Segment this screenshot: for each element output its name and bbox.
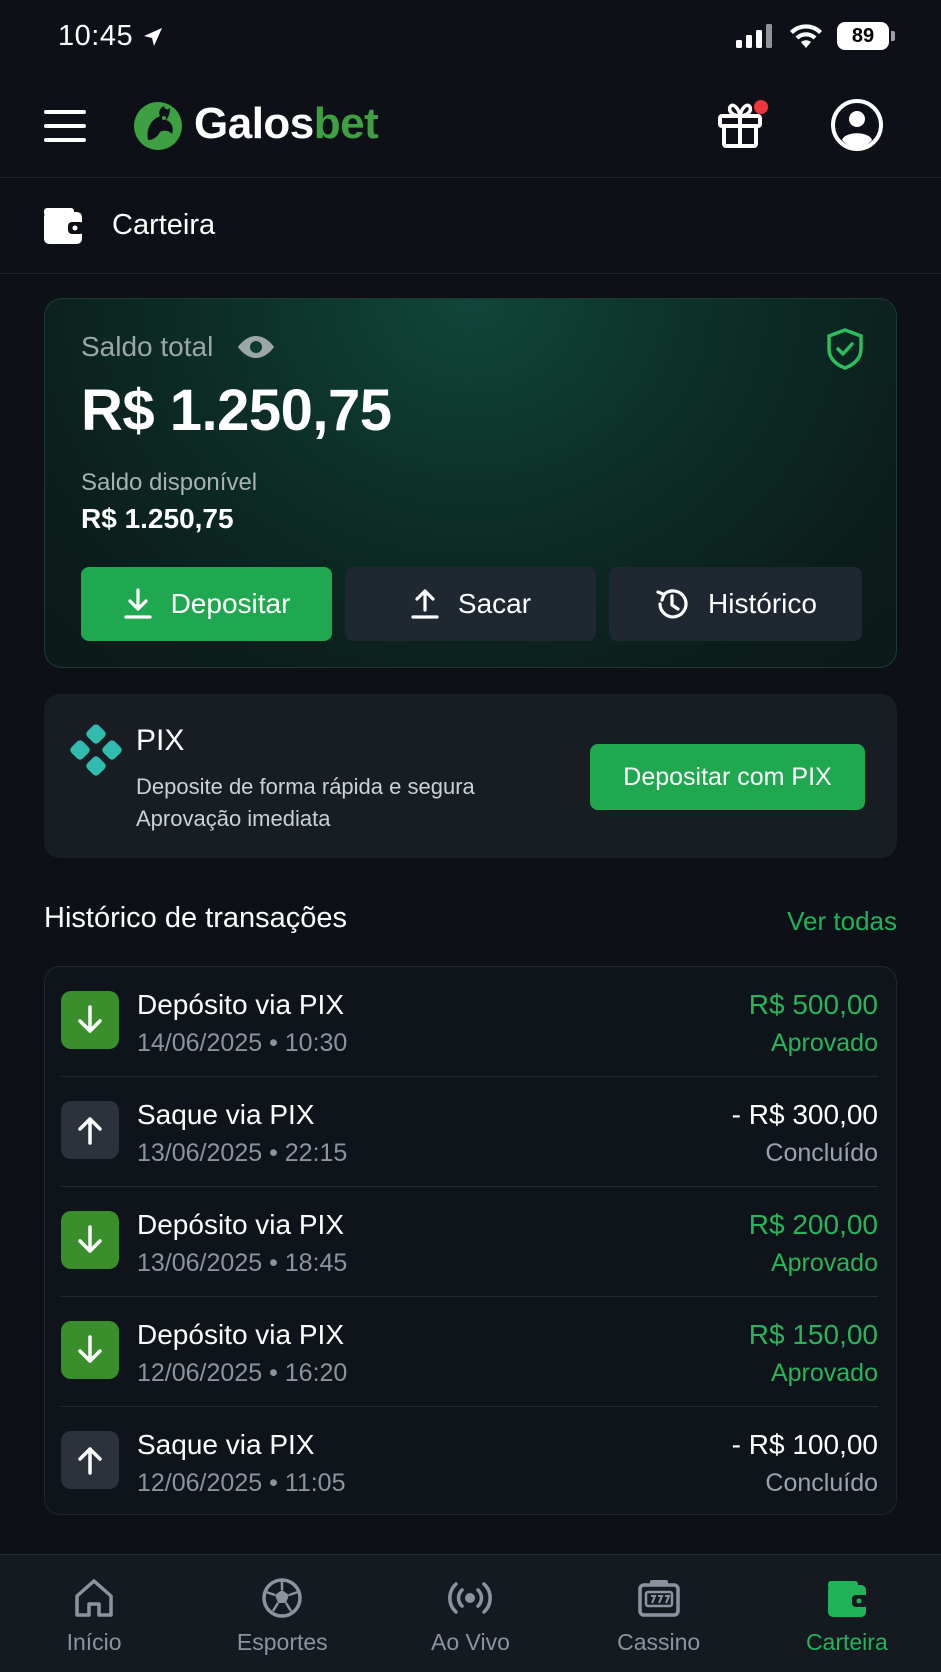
nav-item-esportes[interactable]: Esportes — [188, 1555, 376, 1672]
transaction-date: 12/06/2025 • 16:20 — [137, 1359, 348, 1387]
status-time-text: 10:45 — [58, 20, 134, 52]
slot-machine-icon — [637, 1580, 680, 1617]
nav-item-cassino[interactable]: Cassino — [565, 1555, 753, 1672]
brand-name: Galosbet — [194, 99, 379, 149]
total-balance-label: Saldo total — [81, 331, 214, 362]
transaction-amount: - R$ 100,00 — [731, 1429, 878, 1460]
brand-name-part2: bet — [313, 99, 379, 148]
deposit-arrow-icon — [61, 991, 119, 1049]
withdraw-button-label: Sacar — [457, 588, 532, 619]
transaction-date: 13/06/2025 • 22:15 — [137, 1139, 348, 1167]
upload-icon — [411, 589, 439, 619]
history-button-label: Histórico — [708, 588, 817, 619]
eye-icon[interactable] — [235, 334, 277, 360]
transaction-amount: R$ 500,00 — [748, 989, 878, 1020]
brand-name-part1: Galos — [194, 99, 314, 148]
transaction-amount: - R$ 300,00 — [731, 1099, 878, 1130]
bottom-navigation: Início Esportes Ao Vivo Cassino Carteira — [0, 1554, 941, 1672]
transaction-status: Concluído — [765, 1469, 878, 1497]
transaction-status: Aprovado — [770, 1029, 878, 1057]
history-clock-icon — [656, 589, 688, 619]
transaction-date: 12/06/2025 • 11:05 — [137, 1469, 346, 1497]
deposit-arrow-icon — [61, 1211, 119, 1269]
app-header: Galosbet — [0, 78, 941, 178]
status-bar-time: 10:45 — [58, 20, 165, 53]
pix-logo-icon — [70, 724, 122, 776]
page-title-row: Carteira — [0, 178, 941, 274]
transaction-amount: R$ 150,00 — [748, 1319, 878, 1350]
menu-line — [44, 138, 86, 142]
page-title: Carteira — [112, 209, 216, 241]
battery-level: 89 — [851, 24, 875, 47]
nav-item-carteira[interactable]: Carteira — [753, 1555, 941, 1672]
download-icon — [123, 588, 152, 619]
available-balance-value: R$ 1.250,75 — [81, 503, 234, 534]
transaction-date: 14/06/2025 • 10:30 — [137, 1029, 348, 1057]
transaction-amount: R$ 200,00 — [748, 1209, 878, 1240]
history-section-title: Histórico de transações — [44, 902, 348, 934]
transaction-status: Aprovado — [770, 1249, 878, 1277]
menu-line — [44, 110, 86, 114]
menu-button[interactable] — [44, 108, 86, 144]
notification-dot — [754, 100, 768, 114]
pix-approval-note: Aprovação imediata — [136, 806, 331, 831]
status-bar-indicators: 89 — [735, 22, 895, 50]
gift-button[interactable] — [716, 98, 768, 154]
pix-title: PIX — [136, 724, 185, 757]
total-balance-value: R$ 1.250,75 — [81, 378, 392, 443]
transaction-row[interactable]: Saque via PIX 13/06/2025 • 22:15 - R$ 30… — [45, 1077, 898, 1187]
withdraw-arrow-icon — [61, 1101, 119, 1159]
nav-item-ao-vivo[interactable]: Ao Vivo — [376, 1555, 564, 1672]
transaction-title: Depósito via PIX — [137, 1209, 344, 1240]
deposit-button-label: Depositar — [170, 588, 291, 619]
nav-label: Início — [66, 1629, 122, 1655]
balance-card: Saldo total R$ 1.250,75 Saldo disponível… — [44, 298, 897, 668]
cellular-signal-icon — [736, 24, 772, 48]
withdraw-arrow-icon — [61, 1431, 119, 1489]
nav-label: Ao Vivo — [431, 1629, 510, 1655]
transaction-row[interactable]: Depósito via PIX 12/06/2025 • 16:20 R$ 1… — [45, 1297, 898, 1407]
available-balance-label: Saldo disponível — [81, 469, 258, 496]
transaction-status: Aprovado — [770, 1359, 878, 1387]
transaction-title: Saque via PIX — [137, 1099, 315, 1130]
brand-logo[interactable]: Galosbet — [130, 96, 379, 152]
wallet-actions: Depositar Sacar Histórico — [81, 567, 862, 641]
withdraw-button[interactable]: Sacar — [345, 567, 596, 641]
nav-label: Esportes — [236, 1629, 328, 1655]
rooster-logo-icon — [134, 102, 182, 150]
pix-card: PIX Deposite de forma rápida e segura Ap… — [44, 694, 897, 858]
transaction-title: Saque via PIX — [137, 1429, 315, 1460]
profile-button[interactable] — [830, 98, 884, 152]
deposit-pix-button[interactable]: Depositar com PIX — [590, 744, 865, 810]
wallet-icon — [44, 207, 84, 244]
nav-label: Carteira — [805, 1629, 888, 1655]
history-button[interactable]: Histórico — [609, 567, 862, 641]
transaction-status: Concluído — [765, 1139, 878, 1167]
security-shield-icon — [827, 328, 863, 370]
location-arrow-icon — [144, 27, 163, 46]
transaction-list: Depósito via PIX 14/06/2025 • 10:30 R$ 5… — [44, 966, 897, 1515]
soccer-ball-icon — [262, 1578, 303, 1618]
pix-description: Deposite de forma rápida e segura — [136, 774, 475, 799]
nav-item-inicio[interactable]: Início — [0, 1555, 188, 1672]
live-broadcast-icon — [448, 1582, 493, 1614]
nav-label: Cassino — [617, 1629, 701, 1655]
deposit-button[interactable]: Depositar — [81, 567, 332, 641]
transaction-date: 13/06/2025 • 18:45 — [137, 1249, 348, 1277]
deposit-arrow-icon — [61, 1321, 119, 1379]
transaction-row[interactable]: Depósito via PIX 14/06/2025 • 10:30 R$ 5… — [45, 967, 898, 1077]
wifi-icon — [790, 24, 822, 48]
transaction-title: Depósito via PIX — [137, 1319, 344, 1350]
see-all-link[interactable]: Ver todas — [787, 906, 897, 937]
transaction-title: Depósito via PIX — [137, 989, 344, 1020]
user-profile-icon — [831, 99, 883, 151]
menu-line — [44, 124, 86, 128]
wallet-icon — [827, 1581, 868, 1617]
home-icon — [75, 1579, 113, 1617]
battery-indicator: 89 — [837, 22, 895, 50]
transaction-row[interactable]: Depósito via PIX 13/06/2025 • 18:45 R$ 2… — [45, 1187, 898, 1297]
transaction-row[interactable]: Saque via PIX 12/06/2025 • 11:05 - R$ 10… — [45, 1407, 898, 1517]
total-balance-label-row: Saldo total — [81, 331, 277, 363]
